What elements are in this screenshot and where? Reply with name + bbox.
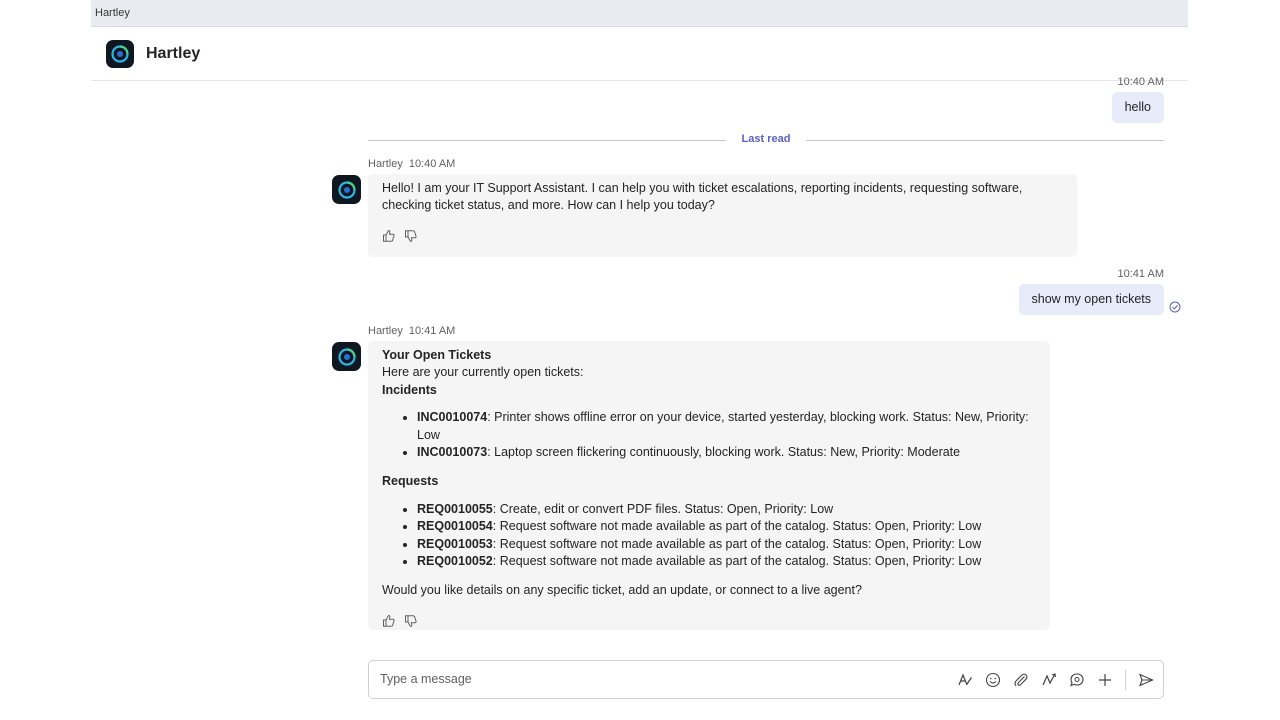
ticket-description: : Create, edit or convert PDF files. Sta… xyxy=(492,501,834,516)
ticket-id: REQ0010053 xyxy=(417,536,493,551)
last-read-divider: Last read xyxy=(368,133,1164,145)
incidents-heading: Incidents xyxy=(382,382,437,397)
message-timestamp: 10:40 AM xyxy=(408,158,456,170)
message-timestamp: 10:40 AM xyxy=(1117,76,1164,88)
ticket-id: REQ0010052 xyxy=(417,554,493,569)
tickets-closing: Would you like details on any specific t… xyxy=(382,583,862,598)
request-list: REQ0010055: Create, edit or convert PDF … xyxy=(382,501,1036,571)
message-input[interactable]: Type a message xyxy=(380,661,472,698)
thumbs-down-icon[interactable] xyxy=(404,614,418,628)
list-item: REQ0010053: Request software not made av… xyxy=(417,536,1036,553)
ticket-description: : Request software not made available as… xyxy=(492,554,982,569)
thumbs-up-icon[interactable] xyxy=(382,229,396,243)
incident-list: INC0010074: Printer shows offline error … xyxy=(382,409,1036,461)
chat-bubble-icon[interactable] xyxy=(1068,671,1086,689)
ticket-id: REQ0010055 xyxy=(417,501,493,516)
list-item: INC0010074: Printer shows offline error … xyxy=(417,409,1036,444)
chat-thread[interactable]: 10:40 AM hello Last read Hartley 10:40 AM… xyxy=(0,76,1280,720)
reaction-bar xyxy=(382,227,1063,245)
ticket-id: REQ0010054 xyxy=(417,519,493,534)
bot-message-bubble[interactable]: Your Open Tickets Here are your currentl… xyxy=(368,341,1050,630)
app-header: Hartley xyxy=(91,28,1188,81)
user-message-bubble[interactable]: show my open tickets xyxy=(1018,284,1164,315)
user-message-text: show my open tickets xyxy=(1031,292,1152,306)
message-timestamp: 10:41 AM xyxy=(1117,268,1164,280)
requests-heading: Requests xyxy=(382,474,439,489)
ticket-id: INC0010074 xyxy=(417,410,488,425)
bot-avatar[interactable] xyxy=(332,175,361,204)
message-composer[interactable]: Type a message xyxy=(368,660,1164,699)
app-title: Hartley xyxy=(146,45,201,62)
user-message-text: hello xyxy=(1124,100,1151,114)
reaction-bar xyxy=(382,612,1036,630)
last-read-label: Last read xyxy=(741,133,791,145)
bot-avatar[interactable] xyxy=(332,342,361,371)
tickets-title: Your Open Tickets xyxy=(382,348,492,362)
ticket-description: : Request software not made available as… xyxy=(492,519,982,534)
ticket-description: : Laptop screen flickering continuously,… xyxy=(487,445,961,460)
bot-message-bubble[interactable]: Hello! I am your IT Support Assistant. I… xyxy=(368,174,1077,257)
bot-message-header: Hartley 10:40 AM xyxy=(368,158,455,170)
list-item: REQ0010054: Request software not made av… xyxy=(417,518,1036,535)
sender-name: Hartley xyxy=(368,158,403,170)
read-receipt-icon xyxy=(1169,301,1181,313)
sender-name: Hartley xyxy=(368,325,403,337)
hartley-logo-icon xyxy=(337,347,356,366)
composer-toolbar xyxy=(956,661,1155,698)
list-item: REQ0010052: Request software not made av… xyxy=(417,553,1036,570)
emoji-icon[interactable] xyxy=(984,671,1002,689)
tickets-intro: Here are your currently open tickets: xyxy=(382,365,584,380)
ticket-description: : Request software not made available as… xyxy=(492,536,982,551)
app-logo xyxy=(106,40,134,68)
list-item: INC0010073: Laptop screen flickering con… xyxy=(417,444,1036,461)
toolbar-separator xyxy=(1125,669,1126,690)
window-title-bar: Hartley xyxy=(91,0,1188,27)
window-title: Hartley xyxy=(95,7,130,19)
hartley-logo-icon xyxy=(337,180,356,199)
ticket-description: : Printer shows offline error on your de… xyxy=(417,410,1029,442)
thumbs-down-icon[interactable] xyxy=(404,229,418,243)
loop-icon[interactable] xyxy=(1040,671,1058,689)
list-item: REQ0010055: Create, edit or convert PDF … xyxy=(417,501,1036,518)
bot-message-header: Hartley 10:41 AM xyxy=(368,325,455,337)
attach-icon[interactable] xyxy=(1012,671,1030,689)
ticket-id: INC0010073 xyxy=(417,445,488,460)
format-icon[interactable] xyxy=(956,671,974,689)
message-timestamp: 10:41 AM xyxy=(408,325,456,337)
hartley-logo-icon xyxy=(111,45,129,63)
send-icon[interactable] xyxy=(1137,671,1155,689)
plus-icon[interactable] xyxy=(1096,671,1114,689)
bot-message-text: Hello! I am your IT Support Assistant. I… xyxy=(382,181,1023,213)
thumbs-up-icon[interactable] xyxy=(382,614,396,628)
user-message-bubble[interactable]: hello xyxy=(1111,92,1164,123)
